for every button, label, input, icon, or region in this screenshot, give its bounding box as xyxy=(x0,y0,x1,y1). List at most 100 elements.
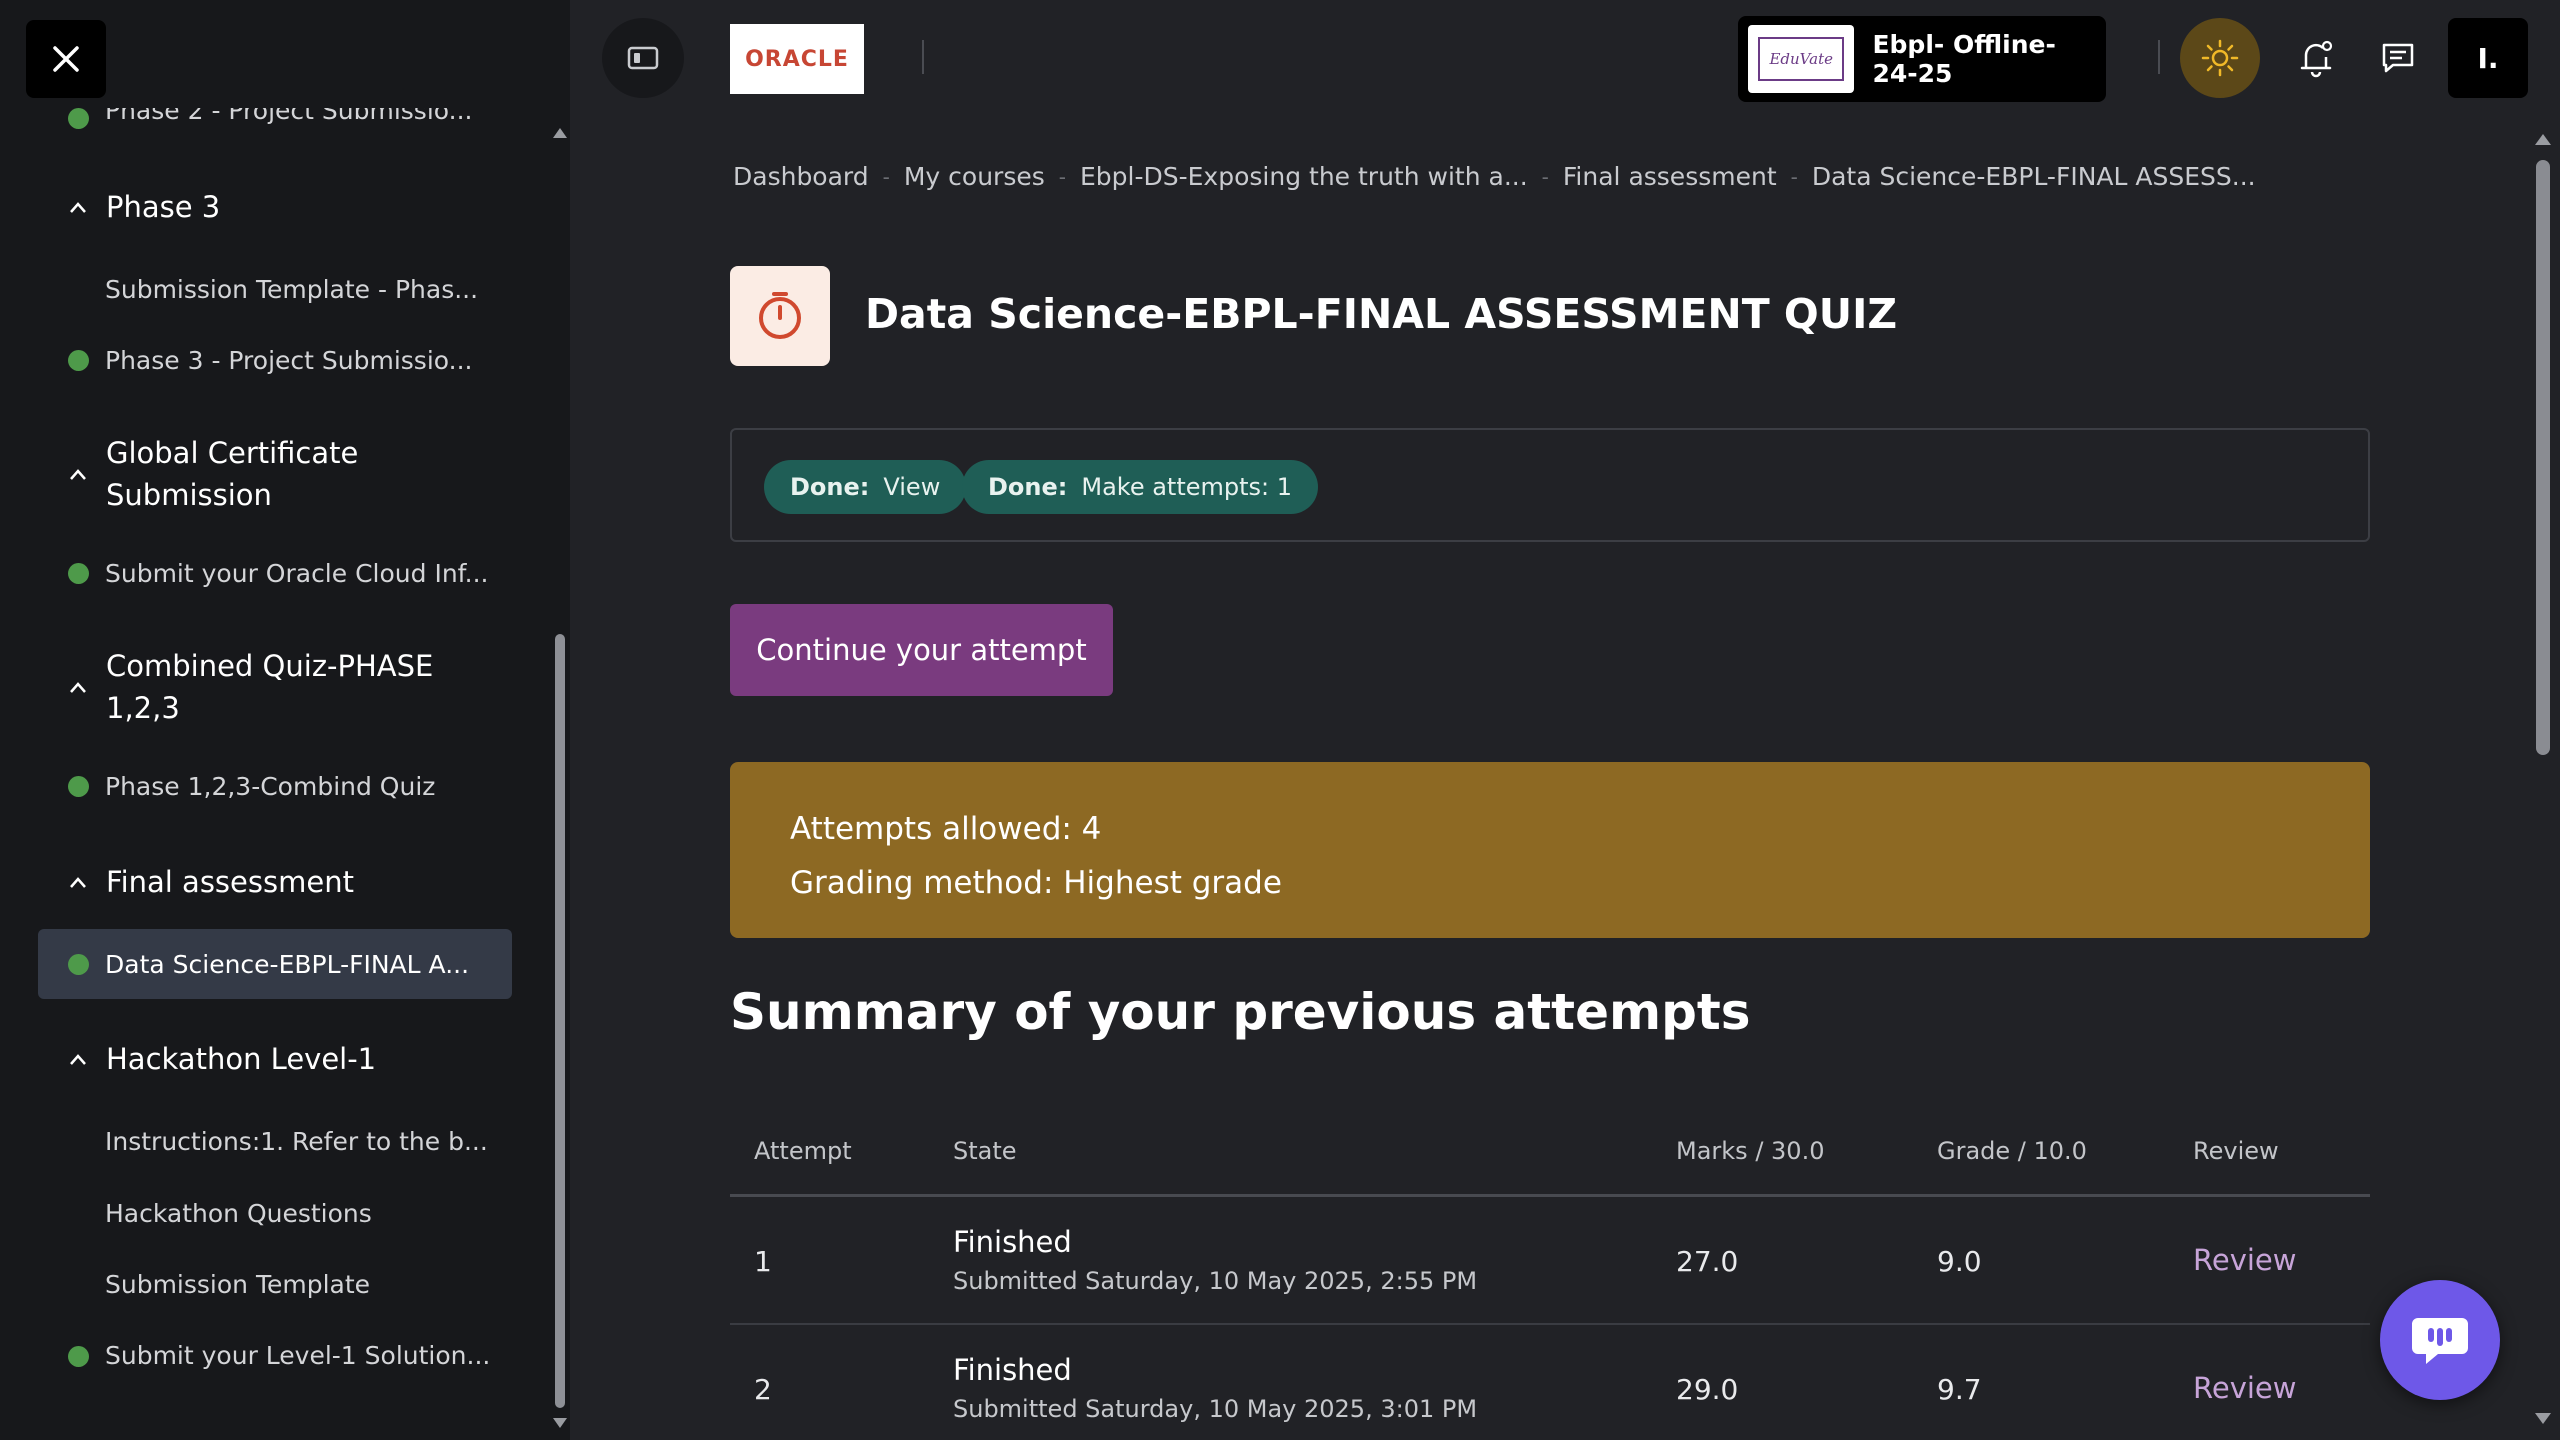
sun-icon xyxy=(2201,39,2239,77)
sidebar-item-oracle-cloud[interactable]: Submit your Oracle Cloud Inf... xyxy=(105,559,488,588)
section-global-certificate[interactable]: Global Certificate Submission xyxy=(68,432,466,516)
done-indicator xyxy=(68,1346,89,1367)
top-navbar: ORACLE EduVate Ebpl- Offline- 24-25 I. xyxy=(570,0,2560,118)
breadcrumb-course[interactable]: Ebpl-DS-Exposing the truth with a... xyxy=(1080,162,1528,191)
review-link[interactable]: Review xyxy=(2193,1371,2296,1405)
notifications-button[interactable] xyxy=(2288,30,2344,86)
section-final-assessment[interactable]: Final assessment xyxy=(68,861,466,903)
breadcrumb-separator: - xyxy=(1058,164,1066,189)
oracle-logo[interactable]: ORACLE xyxy=(730,24,864,94)
sidebar-toggle-icon xyxy=(627,46,659,70)
organization-name: Ebpl- Offline- 24-25 xyxy=(1872,30,2056,88)
section-title: Phase 3 xyxy=(106,190,221,224)
sidebar-item-submission-template[interactable]: Submission Template xyxy=(105,1270,370,1299)
messages-button[interactable] xyxy=(2370,30,2426,86)
breadcrumb-dashboard[interactable]: Dashboard xyxy=(733,162,869,191)
done-indicator xyxy=(68,776,89,797)
breadcrumb-separator: - xyxy=(882,164,890,189)
stopwatch-icon xyxy=(759,292,801,339)
quiz-info-box: Attempts allowed: 4 Grading method: High… xyxy=(730,762,2370,938)
summary-heading: Summary of your previous attempts xyxy=(730,983,1751,1041)
eduvate-logo-text: EduVate xyxy=(1758,37,1845,81)
done-indicator xyxy=(68,350,89,371)
section-title: Hackathon Level-1 xyxy=(106,1042,377,1076)
breadcrumb-separator: - xyxy=(1790,164,1798,189)
scroll-down-arrow-icon[interactable] xyxy=(553,1418,567,1428)
attempt-state: Finished xyxy=(953,1225,1072,1259)
done-indicator xyxy=(68,563,89,584)
section-phase-3[interactable]: Phase 3 xyxy=(68,186,466,228)
sidebar-item-phase2-submission[interactable]: Phase 2 - Project Submissio... xyxy=(105,108,472,125)
completion-status: Done: xyxy=(988,473,1068,501)
completion-badge-view: Done: View xyxy=(764,460,967,514)
header-grade: Grade / 10.0 xyxy=(1937,1137,2087,1165)
attempts-allowed: Attempts allowed: 4 xyxy=(790,811,1102,847)
sidebar-item-hackathon-instructions[interactable]: Instructions:1. Refer to the b... xyxy=(105,1127,488,1156)
page-title: Data Science-EBPL-FINAL ASSESSMENT QUIZ xyxy=(865,290,1898,338)
attempt-number: 1 xyxy=(754,1245,772,1278)
completion-badge-attempts: Done: Make attempts: 1 xyxy=(962,460,1319,514)
chat-bubble-icon xyxy=(2382,43,2414,73)
divider xyxy=(922,40,924,74)
bell-icon xyxy=(2300,40,2333,78)
sidebar-scroll-thumb[interactable] xyxy=(555,634,565,1408)
attempt-state: Finished xyxy=(953,1353,1072,1387)
continue-attempt-button[interactable]: Continue your attempt xyxy=(730,604,1113,696)
section-hackathon-level-1[interactable]: Hackathon Level-1 xyxy=(68,1038,466,1080)
sidebar-item-level1-solution[interactable]: Submit your Level-1 Solution... xyxy=(105,1341,490,1370)
section-title: Global Certificate Submission xyxy=(106,436,359,512)
sidebar-item-combined-quiz[interactable]: Phase 1,2,3-Combind Quiz xyxy=(105,772,435,801)
quiz-activity-icon xyxy=(730,266,830,366)
table-header: Attempt State Marks / 30.0 Grade / 10.0 … xyxy=(730,1115,2370,1197)
sidebar-item-hackathon-questions[interactable]: Hackathon Questions xyxy=(105,1199,372,1228)
chevron-up-icon xyxy=(70,469,86,480)
organization-switcher[interactable]: EduVate Ebpl- Offline- 24-25 xyxy=(1738,16,2106,102)
sidebar-item-phase3-project-submission[interactable]: Phase 3 - Project Submissio... xyxy=(105,346,472,375)
chevron-up-icon xyxy=(70,1054,86,1065)
header-attempt: Attempt xyxy=(754,1137,852,1165)
review-link[interactable]: Review xyxy=(2193,1243,2296,1277)
chatbot-button[interactable] xyxy=(2380,1280,2500,1400)
activity-completion: Done: View Done: Make attempts: 1 xyxy=(730,428,2370,542)
scroll-up-arrow-icon[interactable] xyxy=(553,128,567,138)
chatbot-icon xyxy=(2412,1318,2468,1364)
section-title: Combined Quiz-PHASE 1,2,3 xyxy=(106,649,434,725)
main-scroll-thumb[interactable] xyxy=(2536,160,2550,755)
attempt-submitted: Submitted Saturday, 10 May 2025, 2:55 PM xyxy=(953,1267,1478,1295)
course-index-drawer: Phase 2 - Project Submissio... Phase 3 S… xyxy=(0,0,570,1440)
done-indicator xyxy=(68,108,89,129)
attempt-submitted: Submitted Saturday, 10 May 2025, 3:01 PM xyxy=(953,1395,1478,1423)
drawer-toggle-button[interactable] xyxy=(602,18,684,98)
table-row: 2 Finished Submitted Saturday, 10 May 20… xyxy=(730,1325,2370,1440)
sidebar-item-submission-template-phase3[interactable]: Submission Template - Phas... xyxy=(105,275,478,304)
breadcrumb-section[interactable]: Final assessment xyxy=(1563,162,1777,191)
section-combined-quiz[interactable]: Combined Quiz-PHASE 1,2,3 xyxy=(68,645,466,729)
scroll-down-arrow-icon[interactable] xyxy=(2535,1413,2551,1424)
attempts-table: Attempt State Marks / 30.0 Grade / 10.0 … xyxy=(730,1115,2370,1440)
breadcrumb: Dashboard - My courses - Ebpl-DS-Exposin… xyxy=(733,162,2256,191)
breadcrumb-separator: - xyxy=(1541,164,1549,189)
sidebar-item-final-assessment-quiz[interactable]: Data Science-EBPL-FINAL A... xyxy=(105,950,469,979)
attempt-number: 2 xyxy=(754,1373,772,1406)
completion-label: Make attempts: 1 xyxy=(1081,473,1293,501)
header-marks: Marks / 30.0 xyxy=(1676,1137,1825,1165)
chevron-up-icon xyxy=(70,877,86,888)
breadcrumb-my-courses[interactable]: My courses xyxy=(904,162,1045,191)
completion-status: Done: xyxy=(790,473,870,501)
completion-label: View xyxy=(883,473,941,501)
header-review: Review xyxy=(2193,1137,2279,1165)
scroll-up-arrow-icon[interactable] xyxy=(2535,134,2551,145)
eduvate-logo: EduVate xyxy=(1748,25,1855,93)
grading-method: Grading method: Highest grade xyxy=(790,865,1282,901)
done-indicator xyxy=(68,954,89,975)
attempt-marks: 29.0 xyxy=(1676,1373,1739,1406)
chevron-up-icon xyxy=(70,202,86,213)
close-drawer-button[interactable] xyxy=(26,20,106,98)
user-menu-button[interactable]: I. xyxy=(2448,18,2528,98)
chevron-up-icon xyxy=(70,682,86,693)
breadcrumb-current[interactable]: Data Science-EBPL-FINAL ASSESS... xyxy=(1812,162,2256,191)
attempt-grade: 9.7 xyxy=(1937,1373,1982,1406)
header-state: State xyxy=(953,1137,1017,1165)
attempt-marks: 27.0 xyxy=(1676,1245,1739,1278)
theme-toggle-button[interactable] xyxy=(2180,18,2260,98)
